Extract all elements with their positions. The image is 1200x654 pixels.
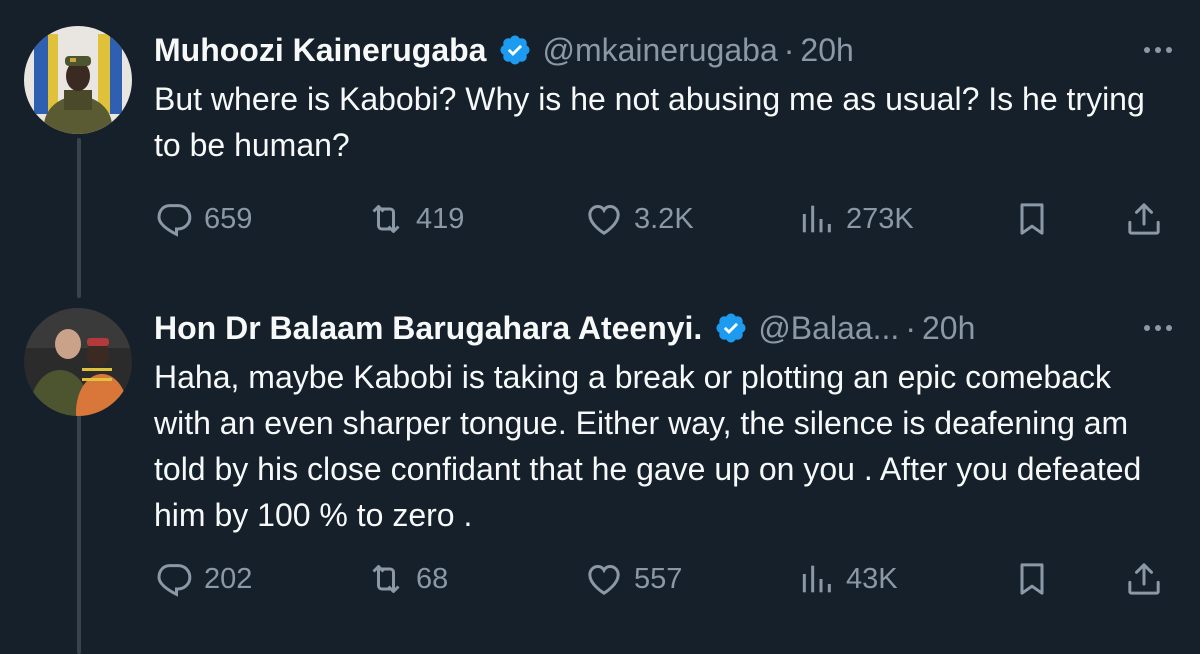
like-button[interactable]: 557	[584, 554, 682, 604]
reply-count: 202	[204, 562, 253, 595]
like-count: 3.2K	[634, 202, 694, 235]
views-chart-icon	[802, 205, 831, 233]
tweet-header: Hon Dr Balaam Barugahara Ateenyi. @Balaa…	[154, 308, 1176, 348]
display-name[interactable]: Hon Dr Balaam Barugahara Ateenyi.	[154, 310, 702, 347]
verified-badge-icon	[498, 33, 532, 67]
reply-icon	[157, 564, 192, 597]
user-handle[interactable]: @mkainerugaba	[542, 32, 777, 69]
share-icon	[1128, 563, 1160, 595]
more-horizontal-icon[interactable]	[1144, 30, 1172, 70]
timestamp[interactable]: 20h	[922, 310, 975, 347]
verified-badge-icon	[714, 311, 748, 345]
bookmark-button[interactable]	[1012, 194, 1052, 244]
more-horizontal-icon[interactable]	[1144, 308, 1172, 348]
tweet-thread: Muhoozi Kainerugaba @mkainerugaba · 20h …	[0, 0, 1200, 654]
action-bar: 659 419 3.2K 273K	[154, 194, 1176, 244]
views-chart-icon	[802, 565, 831, 593]
reply-count: 659	[204, 202, 253, 235]
repost-button[interactable]: 419	[366, 194, 464, 244]
views-count: 43K	[846, 562, 898, 595]
action-bar: 202 68 557 43K	[154, 554, 1176, 604]
views-button[interactable]: 273K	[796, 194, 914, 244]
tweet-2[interactable]: Hon Dr Balaam Barugahara Ateenyi. @Balaa…	[0, 300, 1200, 654]
reply-button[interactable]: 202	[154, 554, 252, 604]
repost-icon	[372, 205, 400, 233]
avatar-muhoozi[interactable]	[24, 26, 132, 134]
tweet-text: But where is Kabobi? Why is he not abusi…	[154, 81, 1145, 163]
share-button[interactable]	[1124, 554, 1164, 604]
avatar-image	[24, 26, 132, 134]
share-icon	[1128, 203, 1160, 235]
tweet-header: Muhoozi Kainerugaba @mkainerugaba · 20h	[154, 30, 1176, 70]
views-count: 273K	[846, 202, 914, 235]
avatar-image	[24, 308, 132, 416]
avatar-balaam[interactable]	[24, 308, 132, 416]
tweet-text: Haha, maybe Kabobi is taking a break or …	[154, 359, 1142, 533]
separator-dot: ·	[905, 309, 916, 346]
display-name[interactable]: Muhoozi Kainerugaba	[154, 32, 486, 69]
repost-count: 419	[416, 202, 465, 235]
share-button[interactable]	[1124, 194, 1164, 244]
repost-button[interactable]: 68	[366, 554, 448, 604]
bookmark-button[interactable]	[1012, 554, 1052, 604]
reply-icon	[157, 204, 192, 237]
timestamp[interactable]: 20h	[800, 32, 853, 69]
repost-count: 68	[416, 562, 449, 595]
repost-icon	[372, 565, 400, 593]
bookmark-icon	[1020, 203, 1044, 235]
reply-button[interactable]: 659	[154, 194, 252, 244]
heart-icon	[588, 564, 620, 595]
like-button[interactable]: 3.2K	[584, 194, 694, 244]
bookmark-icon	[1020, 563, 1044, 595]
like-count: 557	[634, 562, 683, 595]
heart-icon	[588, 204, 620, 235]
views-button[interactable]: 43K	[796, 554, 898, 604]
separator-dot: ·	[783, 31, 795, 68]
tweet-1[interactable]: Muhoozi Kainerugaba @mkainerugaba · 20h …	[0, 0, 1200, 300]
user-handle[interactable]: @Balaa...	[758, 310, 899, 347]
